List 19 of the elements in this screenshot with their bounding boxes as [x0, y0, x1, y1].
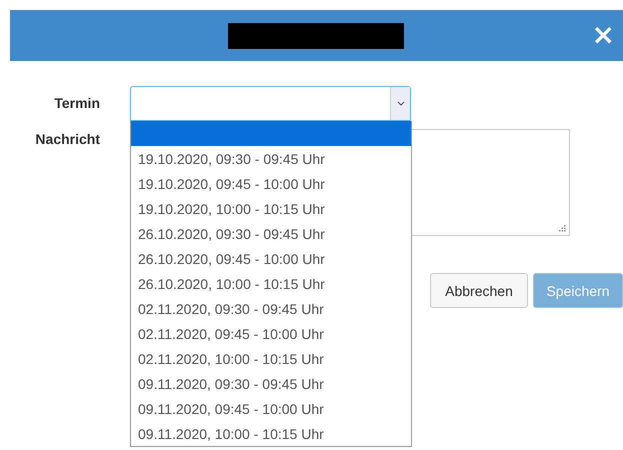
dropdown-option[interactable]: 02.11.2020, 10:00 - 10:15 Uhr — [131, 346, 411, 371]
dropdown-option[interactable]: 09.11.2020, 10:00 - 10:15 Uhr — [131, 421, 411, 446]
dropdown-option[interactable]: 02.11.2020, 09:45 - 10:00 Uhr — [131, 321, 411, 346]
dropdown-option[interactable]: 19.10.2020, 09:45 - 10:00 Uhr — [131, 171, 411, 196]
select-field[interactable] — [130, 86, 411, 121]
dropdown-option[interactable]: 26.10.2020, 09:30 - 09:45 Uhr — [131, 221, 411, 246]
close-button[interactable]: × — [592, 22, 615, 48]
dropdown-option[interactable]: 19.10.2020, 10:00 - 10:15 Uhr — [131, 196, 411, 221]
dropdown-option[interactable]: 02.11.2020, 09:30 - 09:45 Uhr — [131, 296, 411, 321]
cancel-button[interactable]: Abbrechen — [430, 273, 528, 308]
caret-icon — [390, 87, 410, 120]
field-label: Termin — [53, 94, 100, 113]
dropdown-option[interactable]: 26.10.2020, 10:00 - 10:15 Uhr — [131, 271, 411, 296]
dropdown-option[interactable]: 26.10.2020, 09:45 - 10:00 Uhr — [131, 246, 411, 271]
field-label: Nachricht — [34, 130, 100, 149]
dropdown-option[interactable]: 09.11.2020, 09:45 - 10:00 Uhr — [131, 396, 411, 421]
dropdown-option[interactable]: 09.11.2020, 09:30 - 09:45 Uhr — [131, 371, 411, 396]
dropdown-option[interactable]: 19.10.2020, 09:30 - 09:45 Uhr — [131, 146, 411, 171]
resize-handle-icon[interactable] — [559, 225, 566, 232]
